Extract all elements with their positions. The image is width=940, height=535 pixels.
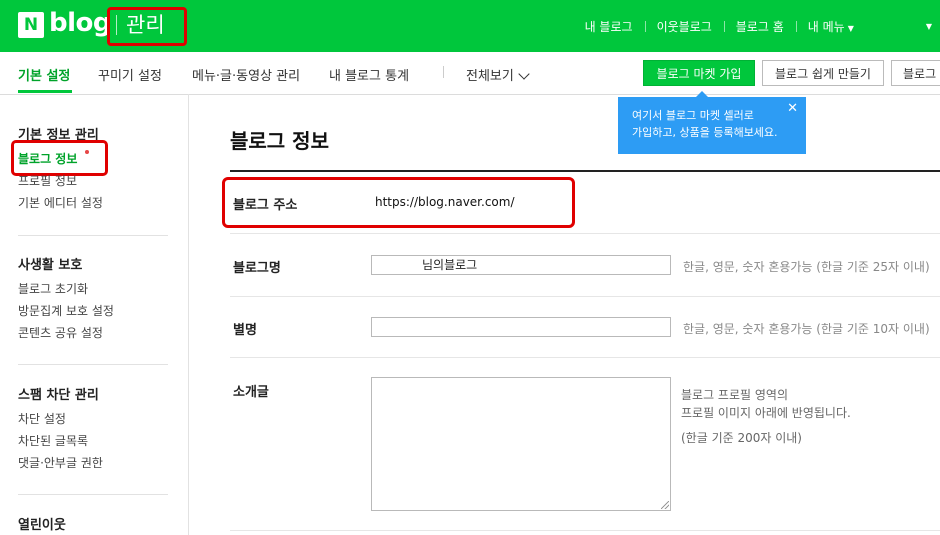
- close-icon[interactable]: ✕: [787, 102, 798, 115]
- sidebar-item-blog-reset[interactable]: 블로그 초기화: [18, 280, 88, 297]
- tab-basic-settings[interactable]: 기본 설정: [18, 65, 70, 84]
- sidebar-item-visit-protection[interactable]: 방문집계 보호 설정: [18, 302, 114, 319]
- tab-blog-stats[interactable]: 내 블로그 통계: [329, 65, 409, 84]
- blog-name-label: 블로그명: [233, 261, 281, 276]
- blog-more-button[interactable]: 블로그: [891, 60, 940, 86]
- intro-hint-line-1: 블로그 프로필 영역의: [681, 388, 788, 402]
- row-divider: [230, 530, 940, 531]
- row-divider: [230, 357, 940, 358]
- caret-down-icon: ▼: [847, 23, 854, 33]
- row-divider: [230, 233, 940, 234]
- nickname-label: 별명: [233, 323, 257, 338]
- sidebar-item-default-editor[interactable]: 기본 에디터 설정: [18, 194, 103, 211]
- tooltip-line-2: 가입하고, 상품을 등록해보세요.: [632, 126, 778, 139]
- my-menu-label: 내 메뉴: [807, 19, 845, 34]
- row-divider: [230, 296, 940, 297]
- my-menu-link[interactable]: 내 메뉴 ▼: [795, 18, 866, 35]
- blog-home-link[interactable]: 블로그 홈: [723, 18, 796, 35]
- sidebar-item-comment-permission[interactable]: 댓글·안부글 권한: [18, 454, 103, 471]
- resize-handle-icon[interactable]: [661, 501, 669, 509]
- active-tab-indicator: [18, 90, 72, 93]
- nickname-input[interactable]: [371, 317, 671, 337]
- sidebar-group-open-neighbors: 열린이웃: [18, 518, 66, 533]
- intro-hint-line-3: (한글 기준 200자 이내): [681, 431, 802, 445]
- sidebar-divider: [18, 364, 168, 365]
- naver-logo-icon[interactable]: N: [18, 12, 44, 38]
- sidebar-group-spam: 스팸 차단 관리: [18, 388, 99, 403]
- blog-logo[interactable]: blog: [49, 8, 112, 38]
- view-all-dropdown[interactable]: 전체보기: [466, 65, 530, 84]
- sidebar-item-profile-info[interactable]: 프로필 정보: [18, 172, 77, 189]
- intro-textarea[interactable]: [371, 377, 671, 511]
- sidebar-divider: [18, 494, 168, 495]
- sidebar-item-content-share[interactable]: 콘텐츠 공유 설정: [18, 324, 103, 341]
- sidebar-item-blocked-posts[interactable]: 차단된 글목록: [18, 432, 88, 449]
- sidebar-divider: [18, 235, 168, 236]
- page-title: 블로그 정보: [230, 129, 329, 153]
- intro-label: 소개글: [233, 385, 269, 400]
- tab-menu-post-video[interactable]: 메뉴·글·동영상 관리: [192, 65, 300, 84]
- neighbor-blog-link[interactable]: 이웃블로그: [644, 18, 724, 35]
- tooltip-line-1: 여기서 블로그 마켓 셀러로: [632, 109, 754, 122]
- blog-easy-create-button[interactable]: 블로그 쉽게 만들기: [762, 60, 884, 86]
- blog-name-input[interactable]: 님의블로그: [371, 255, 671, 275]
- market-tooltip: 여기서 블로그 마켓 셀러로 가입하고, 상품을 등록해보세요. ✕: [618, 91, 806, 154]
- blog-name-hint: 한글, 영문, 숫자 혼용가능 (한글 기준 25자 이내): [683, 260, 930, 274]
- tab-decorate-settings[interactable]: 꾸미기 설정: [98, 65, 162, 84]
- sidebar-group-privacy: 사생활 보호: [18, 258, 83, 273]
- tab-separator: [443, 66, 444, 78]
- blog-market-join-button[interactable]: 블로그 마켓 가입: [643, 60, 755, 86]
- intro-hint-line-2: 프로필 이미지 아래에 반영됩니다.: [681, 406, 851, 420]
- blog-address-highlight: [222, 177, 575, 228]
- sidebar-item-block-settings[interactable]: 차단 설정: [18, 410, 66, 427]
- title-divider: [230, 170, 940, 172]
- chevron-down-icon: [518, 68, 530, 80]
- view-all-label: 전체보기: [466, 69, 514, 84]
- section-title-highlight: [107, 7, 187, 46]
- my-blog-link[interactable]: 내 블로그: [573, 18, 645, 35]
- sidebar-item-highlight: [11, 140, 108, 176]
- nickname-hint: 한글, 영문, 숫자 혼용가능 (한글 기준 10자 이내): [683, 322, 930, 336]
- account-caret-down-icon[interactable]: ▼: [866, 22, 940, 31]
- top-links: 내 블로그 이웃블로그 블로그 홈 내 메뉴 ▼ ▼: [573, 16, 940, 36]
